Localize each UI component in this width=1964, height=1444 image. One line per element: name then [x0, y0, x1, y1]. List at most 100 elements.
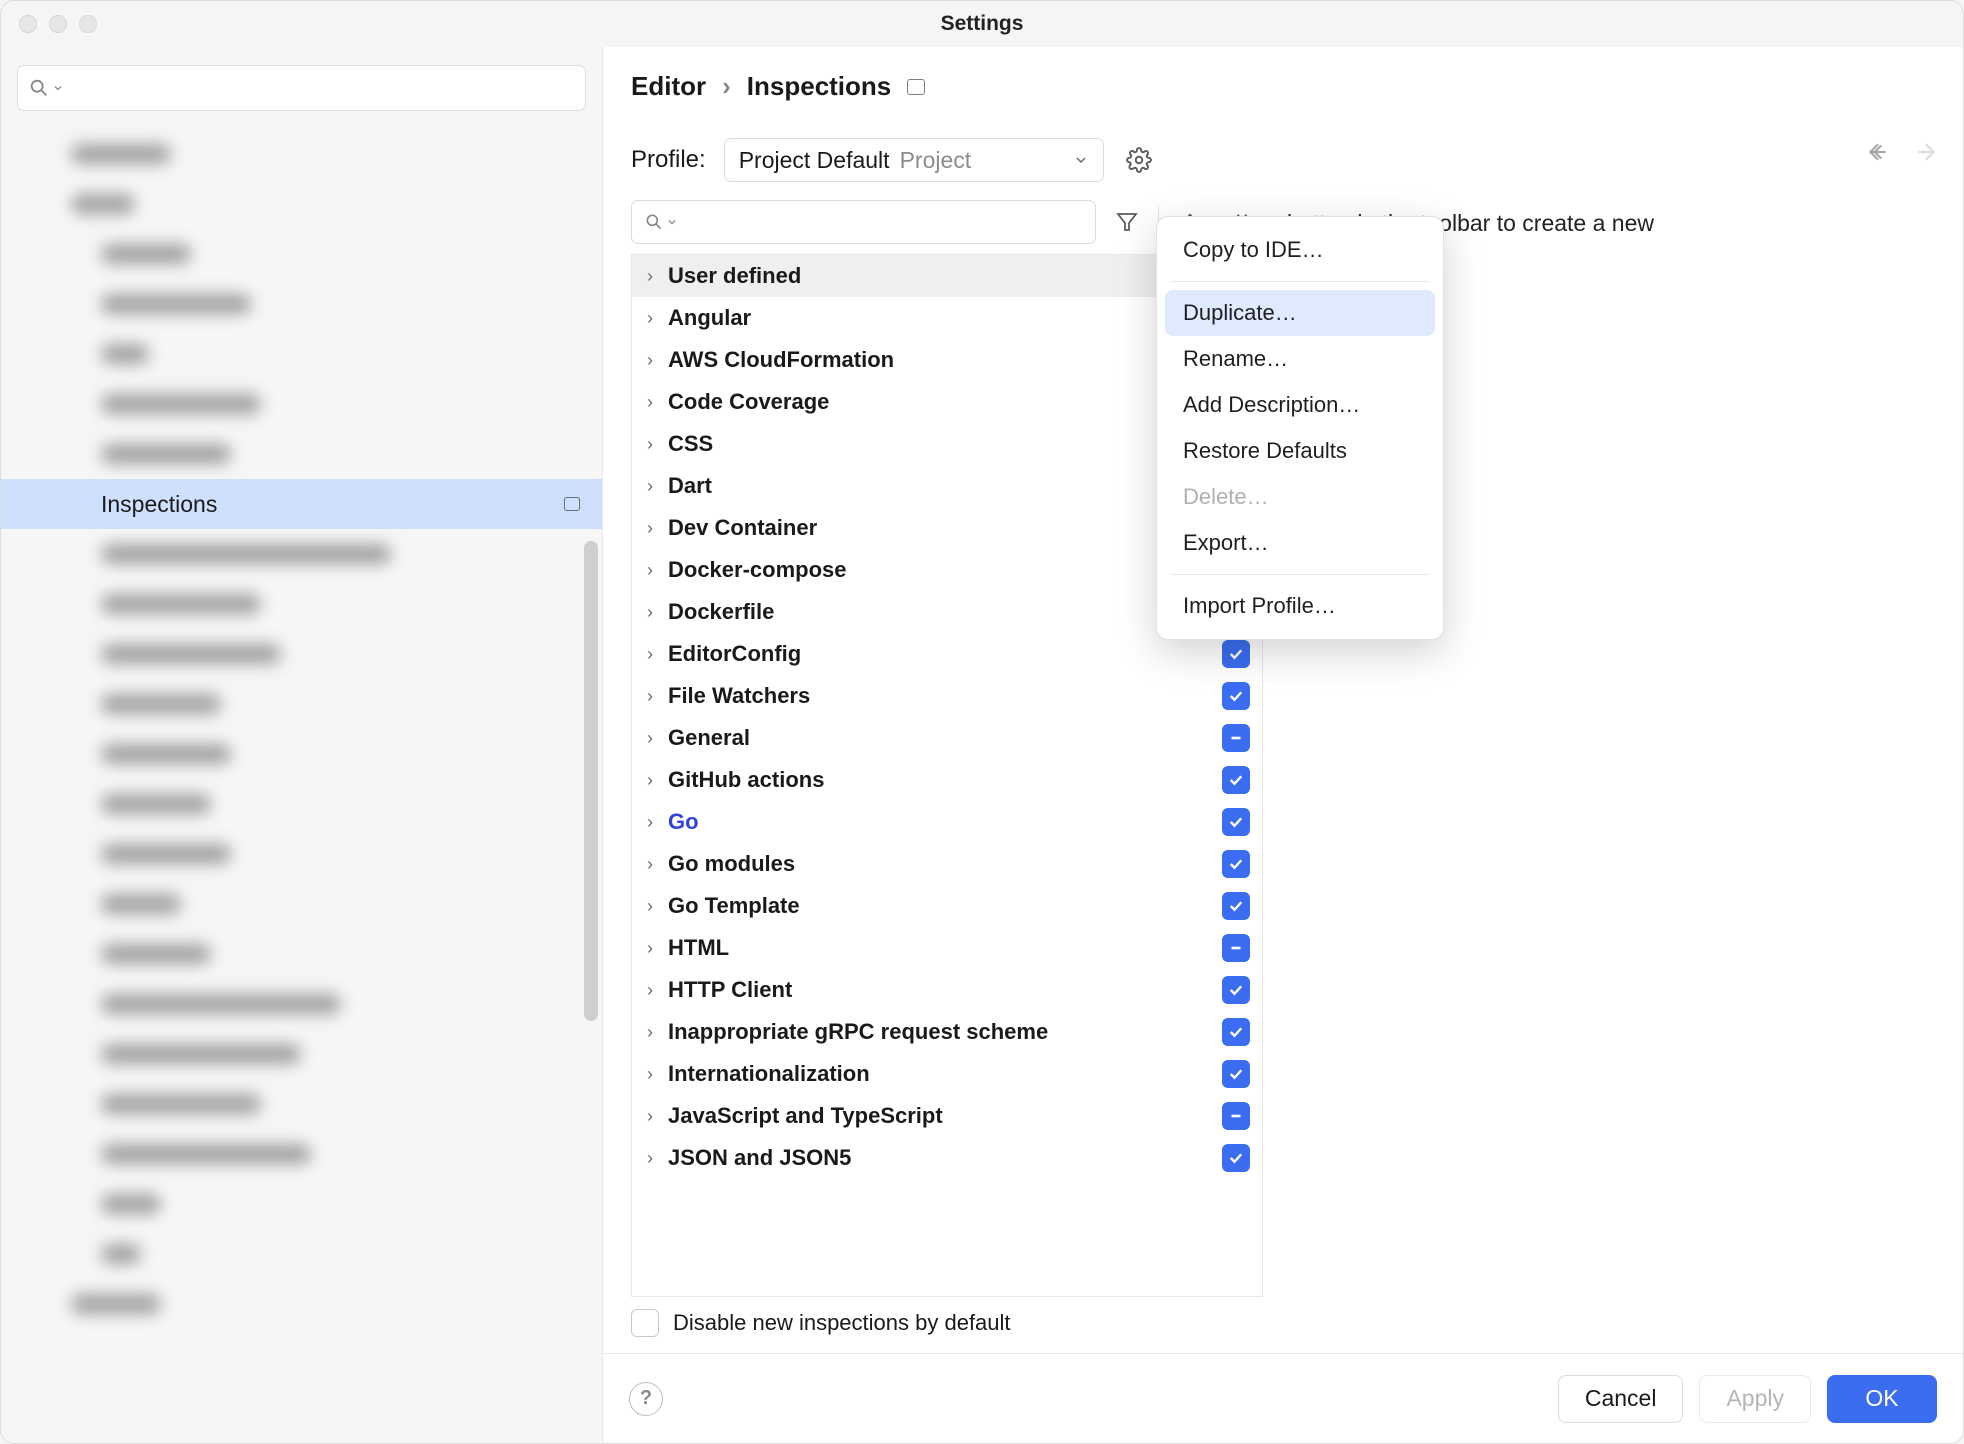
inspection-label: Dockerfile: [668, 599, 774, 625]
inspection-label: AWS CloudFormation: [668, 347, 894, 373]
chevron-down-icon: [666, 216, 678, 228]
chevron-right-icon: ›: [642, 1022, 658, 1043]
breadcrumb-root[interactable]: Editor: [631, 71, 706, 102]
inspection-checkbox[interactable]: [1222, 1018, 1250, 1046]
inspection-checkbox[interactable]: [1222, 766, 1250, 794]
inspection-row[interactable]: › General: [632, 717, 1262, 759]
chevron-right-icon: ›: [642, 392, 658, 413]
chevron-down-icon: [52, 82, 64, 94]
search-icon: [644, 212, 664, 232]
inspection-label: EditorConfig: [668, 641, 801, 667]
sidebar-item-inspections[interactable]: Inspections: [1, 479, 602, 529]
project-scope-icon: [564, 497, 580, 511]
menu-duplicate[interactable]: Duplicate…: [1165, 290, 1435, 336]
filter-icon: [1115, 210, 1139, 234]
inspection-row[interactable]: › Go modules: [632, 843, 1262, 885]
breadcrumb-current: Inspections: [747, 71, 891, 102]
sidebar-search-input[interactable]: [17, 65, 586, 111]
window-title: Settings: [1, 12, 1963, 36]
chevron-right-icon: ›: [642, 896, 658, 917]
inspection-label: JSON and JSON5: [668, 1145, 851, 1171]
inspection-checkbox[interactable]: [1222, 682, 1250, 710]
inspection-row[interactable]: › Go Template: [632, 885, 1262, 927]
profile-gear-button[interactable]: [1122, 143, 1156, 177]
chevron-right-icon: ›: [642, 308, 658, 329]
nav-back-icon[interactable]: [1865, 139, 1891, 165]
inspection-label: Internationalization: [668, 1061, 870, 1087]
chevron-right-icon: ›: [642, 1106, 658, 1127]
chevron-right-icon: ›: [642, 980, 658, 1001]
inspection-label: General: [668, 725, 750, 751]
chevron-right-icon: ›: [642, 938, 658, 959]
sidebar-item-label: Inspections: [101, 491, 217, 518]
inspection-label: Go Template: [668, 893, 800, 919]
cancel-button[interactable]: Cancel: [1558, 1375, 1684, 1423]
inspection-checkbox[interactable]: [1222, 1144, 1250, 1172]
inspection-label: Dart: [668, 473, 712, 499]
disable-new-checkbox[interactable]: [631, 1309, 659, 1337]
menu-add-description[interactable]: Add Description…: [1165, 382, 1435, 428]
inspection-checkbox[interactable]: [1222, 808, 1250, 836]
inspection-label: User defined: [668, 263, 801, 289]
chevron-right-icon: ›: [642, 854, 658, 875]
chevron-right-icon: ›: [642, 266, 658, 287]
chevron-right-icon: ›: [642, 602, 658, 623]
chevron-right-icon: ›: [642, 686, 658, 707]
inspection-label: JavaScript and TypeScript: [668, 1103, 943, 1129]
inspection-checkbox[interactable]: [1222, 934, 1250, 962]
inspection-row[interactable]: ›HTTP Client: [632, 969, 1262, 1011]
menu-rename[interactable]: Rename…: [1165, 336, 1435, 382]
filter-button[interactable]: [1106, 201, 1148, 243]
ok-button[interactable]: OK: [1827, 1375, 1937, 1423]
help-button[interactable]: ?: [629, 1382, 663, 1416]
menu-import-profile[interactable]: Import Profile…: [1165, 583, 1435, 629]
chevron-down-icon: [1073, 152, 1089, 168]
inspection-row[interactable]: ›Internationalization: [632, 1053, 1262, 1095]
sidebar-scrollbar[interactable]: [584, 541, 598, 1021]
nav-forward-icon[interactable]: [1913, 139, 1939, 165]
inspection-label: Dev Container: [668, 515, 817, 541]
inspection-label: Docker-compose: [668, 557, 847, 583]
inspection-row[interactable]: › JSON and JSON5: [632, 1137, 1262, 1179]
inspection-row[interactable]: ›GitHub actions: [632, 759, 1262, 801]
inspection-checkbox[interactable]: [1222, 1060, 1250, 1088]
inspection-checkbox[interactable]: [1222, 976, 1250, 1004]
inspection-label: Angular: [668, 305, 751, 331]
project-scope-icon: [907, 79, 925, 95]
chevron-right-icon: ›: [642, 1148, 658, 1169]
inspection-row[interactable]: › JavaScript and TypeScript: [632, 1095, 1262, 1137]
inspection-row[interactable]: › File Watchers: [632, 675, 1262, 717]
profile-scope: Project: [900, 147, 972, 174]
menu-restore-defaults[interactable]: Restore Defaults: [1165, 428, 1435, 474]
profile-actions-menu: Copy to IDE… Duplicate… Rename… Add Desc…: [1156, 216, 1444, 640]
inspection-checkbox[interactable]: [1222, 850, 1250, 878]
gear-icon: [1126, 147, 1152, 173]
inspection-row[interactable]: ›Go: [632, 801, 1262, 843]
profile-label: Profile:: [631, 146, 706, 174]
inspection-row[interactable]: ›HTML: [632, 927, 1262, 969]
disable-new-label: Disable new inspections by default: [673, 1310, 1011, 1336]
inspection-label: Inappropriate gRPC request scheme: [668, 1019, 1048, 1045]
chevron-right-icon: ›: [642, 560, 658, 581]
inspection-search-input[interactable]: [631, 200, 1096, 244]
menu-copy-to-ide[interactable]: Copy to IDE…: [1165, 227, 1435, 273]
chevron-right-icon: ›: [642, 812, 658, 833]
inspection-row[interactable]: › Inappropriate gRPC request scheme: [632, 1011, 1262, 1053]
search-icon: [28, 77, 50, 99]
inspection-checkbox[interactable]: [1222, 640, 1250, 668]
profile-select[interactable]: Project Default Project: [724, 138, 1104, 182]
chevron-right-icon: ›: [642, 728, 658, 749]
profile-name: Project Default: [739, 147, 890, 174]
settings-window: Settings Inspections: [0, 0, 1964, 1444]
inspection-label: GitHub actions: [668, 767, 824, 793]
menu-export[interactable]: Export…: [1165, 520, 1435, 566]
inspection-checkbox[interactable]: [1222, 892, 1250, 920]
inspection-checkbox[interactable]: [1222, 724, 1250, 752]
inspection-label: Go modules: [668, 851, 795, 877]
breadcrumb-separator: ›: [722, 71, 731, 102]
inspection-label: File Watchers: [668, 683, 810, 709]
chevron-right-icon: ›: [642, 434, 658, 455]
apply-button[interactable]: Apply: [1699, 1375, 1811, 1423]
settings-tree[interactable]: Inspections: [1, 121, 602, 1443]
inspection-checkbox[interactable]: [1222, 1102, 1250, 1130]
